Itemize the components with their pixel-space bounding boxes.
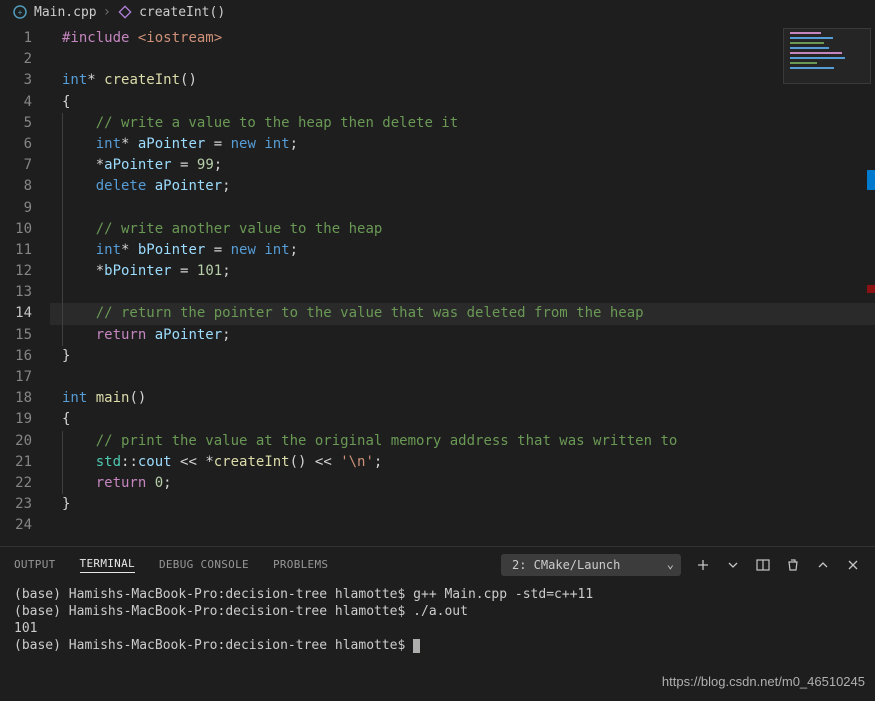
minimap[interactable] <box>783 28 871 84</box>
code-line[interactable]: int* createInt() <box>50 70 875 91</box>
ruler-cursor-mark <box>867 170 875 190</box>
code-line[interactable]: } <box>50 346 875 367</box>
code-line[interactable]: // print the value at the original memor… <box>50 431 875 452</box>
code-line[interactable]: int* aPointer = new int; <box>50 134 875 155</box>
breadcrumb[interactable]: + Main.cpp › createInt() <box>0 0 875 24</box>
panel-controls: 2: CMake/Launch <box>501 554 861 576</box>
code-line[interactable]: // write a value to the heap then delete… <box>50 113 875 134</box>
code-line[interactable]: // write another value to the heap <box>50 219 875 240</box>
line-number: 21 <box>0 452 32 473</box>
line-number: 5 <box>0 113 32 134</box>
code-line[interactable] <box>50 282 875 303</box>
code-content[interactable]: #include <iostream>int* createInt(){ // … <box>50 24 875 546</box>
code-line[interactable]: *aPointer = 99; <box>50 155 875 176</box>
tab-problems[interactable]: PROBLEMS <box>273 558 328 571</box>
line-number: 15 <box>0 325 32 346</box>
code-line[interactable] <box>50 198 875 219</box>
watermark-text: https://blog.csdn.net/m0_46510245 <box>662 674 865 689</box>
code-line[interactable]: *bPointer = 101; <box>50 261 875 282</box>
line-number: 6 <box>0 134 32 155</box>
terminal-line: (base) Hamishs-MacBook-Pro:decision-tree… <box>14 586 861 603</box>
line-number-gutter: 123456789101112131415161718192021222324 <box>0 24 50 546</box>
line-number: 19 <box>0 409 32 430</box>
code-line[interactable]: } <box>50 494 875 515</box>
line-number: 24 <box>0 515 32 536</box>
line-number: 22 <box>0 473 32 494</box>
terminal-cursor <box>413 639 420 653</box>
code-line[interactable]: std::cout << *createInt() << '\n'; <box>50 452 875 473</box>
code-line[interactable]: int main() <box>50 388 875 409</box>
line-number: 12 <box>0 261 32 282</box>
svg-text:+: + <box>18 8 23 17</box>
chevron-right-icon: › <box>103 4 111 20</box>
chevron-down-icon[interactable] <box>725 557 741 573</box>
overview-ruler[interactable] <box>867 24 875 546</box>
editor-area[interactable]: 123456789101112131415161718192021222324 … <box>0 24 875 546</box>
terminal-line: (base) Hamishs-MacBook-Pro:decision-tree… <box>14 637 861 654</box>
line-number: 7 <box>0 155 32 176</box>
line-number: 17 <box>0 367 32 388</box>
line-number: 18 <box>0 388 32 409</box>
tab-debug-console[interactable]: DEBUG CONSOLE <box>159 558 249 571</box>
new-terminal-icon[interactable] <box>695 557 711 573</box>
line-number: 11 <box>0 240 32 261</box>
code-line[interactable]: return 0; <box>50 473 875 494</box>
code-line[interactable]: // return the pointer to the value that … <box>50 303 875 324</box>
line-number: 16 <box>0 346 32 367</box>
close-panel-icon[interactable] <box>845 557 861 573</box>
line-number: 20 <box>0 431 32 452</box>
line-number: 10 <box>0 219 32 240</box>
maximize-panel-icon[interactable] <box>815 557 831 573</box>
code-line[interactable] <box>50 515 875 536</box>
code-line[interactable]: delete aPointer; <box>50 176 875 197</box>
line-number: 3 <box>0 70 32 91</box>
breadcrumb-symbol[interactable]: createInt() <box>139 5 225 20</box>
code-line[interactable] <box>50 49 875 70</box>
cpp-file-icon: + <box>12 4 28 20</box>
line-number: 9 <box>0 198 32 219</box>
tab-output[interactable]: OUTPUT <box>14 558 56 571</box>
code-line[interactable] <box>50 367 875 388</box>
kill-terminal-icon[interactable] <box>785 557 801 573</box>
line-number: 2 <box>0 49 32 70</box>
terminal-select-dropdown[interactable]: 2: CMake/Launch <box>501 554 681 576</box>
line-number: 1 <box>0 28 32 49</box>
symbol-method-icon <box>117 4 133 20</box>
terminal-line: (base) Hamishs-MacBook-Pro:decision-tree… <box>14 603 861 620</box>
code-line[interactable]: { <box>50 92 875 113</box>
code-line[interactable]: return aPointer; <box>50 325 875 346</box>
tab-terminal[interactable]: TERMINAL <box>80 557 135 573</box>
breadcrumb-file[interactable]: Main.cpp <box>34 5 97 20</box>
split-terminal-icon[interactable] <box>755 557 771 573</box>
panel-tabs: OUTPUT TERMINAL DEBUG CONSOLE PROBLEMS 2… <box>0 547 875 582</box>
line-number: 14 <box>0 303 32 324</box>
code-line[interactable]: { <box>50 409 875 430</box>
line-number: 8 <box>0 176 32 197</box>
line-number: 13 <box>0 282 32 303</box>
terminal-line: 101 <box>14 620 861 637</box>
line-number: 23 <box>0 494 32 515</box>
code-line[interactable]: #include <iostream> <box>50 28 875 49</box>
ruler-error-mark <box>867 285 875 293</box>
code-line[interactable]: int* bPointer = new int; <box>50 240 875 261</box>
line-number: 4 <box>0 92 32 113</box>
